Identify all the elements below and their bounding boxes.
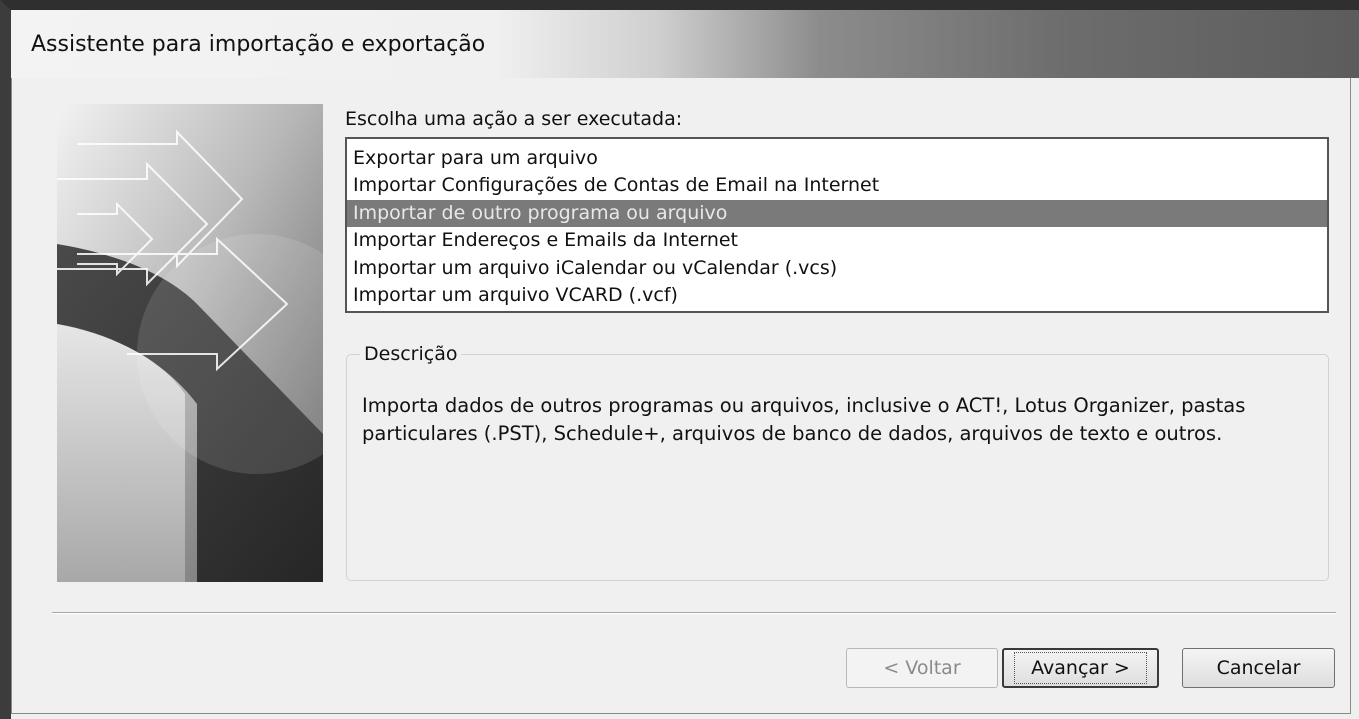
title-bar[interactable]: Assistente para importação e exportação — [11, 10, 1359, 78]
list-item-import-email-account-settings[interactable]: Importar Configurações de Contas de Emai… — [347, 172, 1327, 199]
description-text: Importa dados de outros programas ou arq… — [362, 394, 1246, 445]
action-prompt-label: Escolha uma ação a ser executada: — [345, 108, 683, 130]
cancel-button-label: Cancelar — [1216, 657, 1301, 679]
action-listbox[interactable]: Exportar para um arquivo Importar Config… — [345, 137, 1329, 313]
description-group — [346, 354, 1329, 581]
list-item-export-file[interactable]: Exportar para um arquivo — [347, 145, 1327, 172]
back-button[interactable]: < Voltar — [846, 648, 998, 688]
next-button-label: Avançar > — [1014, 652, 1147, 684]
separator-line — [52, 612, 1336, 614]
list-item-import-icalendar[interactable]: Importar um arquivo iCalendar ou vCalend… — [347, 255, 1327, 282]
wizard-arrows-graphic — [57, 104, 323, 582]
back-button-label: < Voltar — [883, 657, 961, 679]
description-legend: Descrição — [360, 343, 462, 365]
list-item-import-other-program[interactable]: Importar de outro programa ou arquivo — [347, 199, 1327, 228]
cancel-button[interactable]: Cancelar — [1182, 648, 1335, 688]
list-item-import-vcard[interactable]: Importar um arquivo VCARD (.vcf) — [347, 282, 1327, 309]
next-button[interactable]: Avançar > — [1002, 648, 1159, 688]
window-title: Assistente para importação e exportação — [31, 32, 486, 57]
list-item-import-internet-addresses[interactable]: Importar Endereços e Emails da Internet — [347, 227, 1327, 254]
